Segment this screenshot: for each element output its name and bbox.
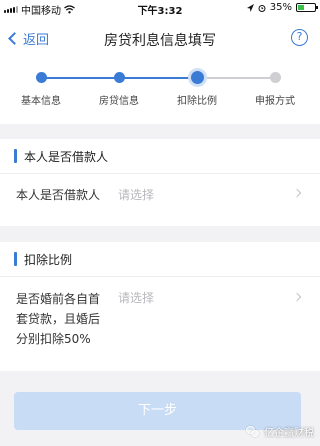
alarm-icon [258, 4, 266, 12]
section-header-borrower: 本人是否借款人 [0, 139, 320, 173]
nav-bar: 返回 房贷利息信息填写 ? [0, 18, 320, 60]
step-label: 基本信息 [21, 96, 61, 107]
battery-percent: 35% [269, 2, 292, 13]
step-label: 房贷信息 [99, 96, 139, 107]
step-dot [113, 72, 125, 83]
step-dot-pending [269, 72, 281, 83]
select-placeholder: 请选择 [118, 291, 155, 305]
select-placeholder: 请选择 [118, 188, 155, 202]
ratio-select-row[interactable]: 是否婚前各自首套贷款，且婚后分别扣除50% 请选择 [0, 276, 320, 371]
field-label: 本人是否借款人 [16, 188, 101, 202]
step-dot-current [190, 71, 204, 84]
status-bar: 中国移动 下午3:32 35% [0, 0, 320, 18]
section-title: 扣除比例 [24, 253, 73, 267]
section-title: 本人是否借款人 [24, 150, 109, 164]
borrower-select-row[interactable]: 本人是否借款人 请选择 [0, 173, 320, 226]
step-label: 申报方式 [255, 96, 295, 107]
section-accent-bar [14, 149, 17, 163]
chevron-right-icon [292, 188, 302, 198]
field-label: 是否婚前各自首套贷款，且婚后分别扣除50% [16, 292, 101, 346]
step-loan-info: 房贷信息 [84, 60, 154, 107]
location-icon [246, 3, 254, 12]
battery-icon [296, 3, 318, 12]
watermark: 亿企赢财税 [246, 424, 314, 439]
step-basic-info: 基本信息 [6, 60, 76, 107]
watermark-text: 亿企赢财税 [264, 428, 314, 439]
step-filing-method: 申报方式 [240, 60, 310, 107]
battery-level [298, 5, 304, 10]
progress-stepper: 基本信息 房贷信息 扣除比例 申报方式 [0, 60, 320, 124]
step-label: 扣除比例 [177, 96, 217, 107]
page-title: 房贷利息信息填写 [104, 33, 216, 49]
step-dot [35, 72, 47, 83]
help-icon[interactable]: ? [291, 29, 308, 46]
wechat-icon [246, 425, 260, 438]
step-deduction-ratio: 扣除比例 [162, 60, 232, 107]
section-header-ratio: 扣除比例 [0, 242, 320, 276]
section-accent-bar [14, 252, 17, 266]
chevron-right-icon [292, 292, 302, 302]
